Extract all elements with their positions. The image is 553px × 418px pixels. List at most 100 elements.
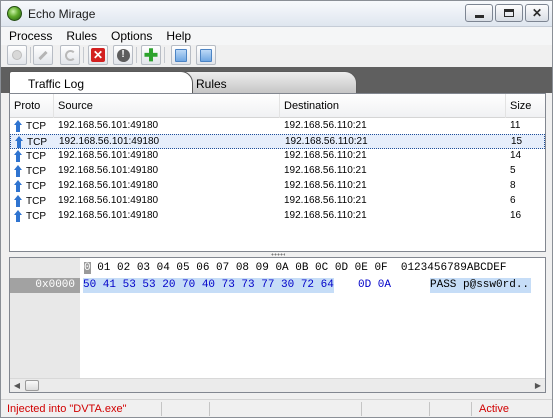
source-cell: 192.168.56.101:49180 <box>59 136 160 147</box>
size-cell: 6 <box>510 195 516 206</box>
table-row[interactable]: TCP 192.168.56.101:49180 192.168.56.110:… <box>10 179 545 194</box>
menu-help[interactable]: Help <box>158 27 197 45</box>
blue-toolbar-button-1[interactable] <box>171 45 191 65</box>
tab-traffic-log[interactable]: Traffic Log <box>9 71 193 93</box>
menu-rules[interactable]: Rules <box>58 27 103 45</box>
table-row[interactable]: TCP 192.168.56.101:49180 192.168.56.110:… <box>10 194 545 209</box>
delete-button[interactable]: ✕ <box>88 45 108 65</box>
outbound-arrow-icon <box>14 150 23 162</box>
title-bar[interactable]: Echo Mirage ✕ <box>1 1 552 27</box>
size-cell: 8 <box>510 180 516 191</box>
offset-column <box>10 258 80 378</box>
status-divider <box>471 402 472 416</box>
add-icon: ✚ <box>143 45 159 65</box>
column-header-proto[interactable]: Proto <box>10 94 54 118</box>
outbound-arrow-icon <box>14 180 23 192</box>
proto-text: TCP <box>26 180 46 192</box>
table-row-selected[interactable]: TCP 192.168.56.101:49180 192.168.56.110:… <box>10 134 545 149</box>
outbound-arrow-icon <box>14 210 23 222</box>
scrollbar-thumb[interactable] <box>25 380 39 391</box>
stop-icon: ! <box>116 48 130 62</box>
toolbar-separator <box>136 47 137 63</box>
maximize-button[interactable] <box>495 4 523 22</box>
menu-bar: Process Rules Options Help <box>1 27 552 45</box>
edit-button[interactable] <box>33 45 53 65</box>
table-row[interactable]: TCP 192.168.56.101:49180 192.168.56.110:… <box>10 164 545 179</box>
proto-text: TCP <box>26 120 46 132</box>
proto-cell: TCP <box>14 120 46 132</box>
hex-bytes-selected[interactable]: 50 41 53 53 20 70 40 73 73 77 30 72 64 <box>83 278 334 293</box>
size-cell: 15 <box>511 136 523 147</box>
source-cell: 192.168.56.101:49180 <box>58 120 159 131</box>
hex-editor[interactable]: 0 01 02 03 04 05 06 07 08 09 0A 0B 0C 0D… <box>9 257 546 393</box>
table-row[interactable]: TCP 192.168.56.101:49180 192.168.56.110:… <box>10 149 545 164</box>
horizontal-scrollbar[interactable]: ◀ ▶ <box>10 378 545 392</box>
hex-column-header: 0 01 02 03 04 05 06 07 08 09 0A 0B 0C 0D… <box>84 262 506 274</box>
refresh-icon <box>64 49 76 61</box>
echo-mirage-window: Echo Mirage ✕ Process Rules Options Help… <box>0 0 553 418</box>
proto-cell: TCP <box>14 180 46 192</box>
minimize-icon <box>474 14 484 18</box>
blue-toolbar-button-2[interactable] <box>196 45 216 65</box>
row-offset: 0x0000 <box>10 278 80 293</box>
source-cell: 192.168.56.101:49180 <box>58 165 159 176</box>
destination-cell: 192.168.56.110:21 <box>284 195 367 206</box>
app-logo-icon <box>7 6 22 21</box>
hex-header-text: 01 02 03 04 05 06 07 08 09 0A 0B 0C 0D 0… <box>90 262 507 274</box>
toolbar: ✕ ! ✚ <box>1 45 552 67</box>
table-row[interactable]: TCP 192.168.56.101:49180 192.168.56.110:… <box>10 209 545 224</box>
status-divider <box>361 402 362 416</box>
column-header-size[interactable]: Size <box>506 94 545 118</box>
disabled-toolbar-button[interactable] <box>7 45 27 65</box>
proto-text: TCP <box>26 150 46 162</box>
source-cell: 192.168.56.101:49180 <box>58 150 159 161</box>
proto-cell: TCP <box>14 195 46 207</box>
destination-cell: 192.168.56.110:21 <box>284 165 367 176</box>
close-button[interactable]: ✕ <box>525 4 549 22</box>
ascii-preview[interactable]: PASS p@ssw0rd.. <box>430 278 532 293</box>
hex-caret: 0 <box>84 262 91 274</box>
proto-cell: TCP <box>14 150 46 162</box>
proto-cell: TCP <box>14 210 46 222</box>
size-cell: 5 <box>510 165 516 176</box>
minimize-button[interactable] <box>465 4 493 22</box>
proto-text: TCP <box>26 195 46 207</box>
destination-cell: 192.168.56.110:21 <box>284 180 367 191</box>
hex-bytes-unselected[interactable]: 0D 0A <box>358 278 391 293</box>
status-injection: Injected into "DVTA.exe" <box>7 403 127 415</box>
outbound-arrow-icon <box>14 195 23 207</box>
source-cell: 192.168.56.101:49180 <box>58 180 159 191</box>
delete-icon: ✕ <box>91 48 105 62</box>
blue-page-icon <box>175 48 187 62</box>
destination-cell: 192.168.56.110:21 <box>284 150 367 161</box>
stop-button[interactable]: ! <box>113 45 133 65</box>
close-icon: ✕ <box>531 6 543 20</box>
toolbar-separator <box>30 47 31 63</box>
menu-options[interactable]: Options <box>103 27 158 45</box>
scroll-right-icon[interactable]: ▶ <box>531 379 545 392</box>
pencil-icon <box>38 50 48 60</box>
blue-page-icon <box>200 48 212 62</box>
size-cell: 16 <box>510 210 522 221</box>
tab-rules[interactable]: Rules <box>179 71 357 93</box>
destination-cell: 192.168.56.110:21 <box>285 136 368 147</box>
proto-text: TCP <box>26 165 46 177</box>
traffic-log-list[interactable]: Proto Source Destination Size TCP 192.16… <box>9 93 546 252</box>
outbound-arrow-icon <box>14 165 23 177</box>
menu-process[interactable]: Process <box>1 27 58 45</box>
list-header: Proto Source Destination Size <box>10 94 545 118</box>
window-title: Echo Mirage <box>28 7 96 21</box>
column-header-destination[interactable]: Destination <box>280 94 506 118</box>
add-button[interactable]: ✚ <box>141 45 161 65</box>
status-divider <box>429 402 430 416</box>
table-row[interactable]: TCP 192.168.56.101:49180 192.168.56.110:… <box>10 119 545 134</box>
scroll-left-icon[interactable]: ◀ <box>10 379 24 392</box>
disabled-circle-icon <box>12 50 22 60</box>
size-cell: 11 <box>510 120 521 131</box>
status-active: Active <box>479 403 509 415</box>
destination-cell: 192.168.56.110:21 <box>284 210 367 221</box>
refresh-button[interactable] <box>60 45 80 65</box>
column-header-source[interactable]: Source <box>54 94 280 118</box>
splitter-grip-icon[interactable] <box>271 253 285 256</box>
proto-cell: TCP <box>15 136 47 148</box>
